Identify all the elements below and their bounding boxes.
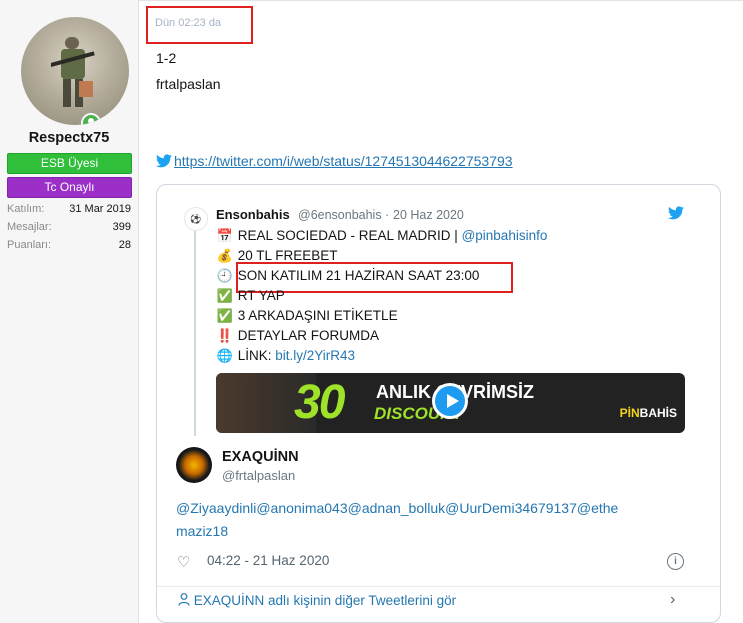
post-text-line2: frtalpaslan [156, 76, 221, 92]
money-bag-icon: 💰 [216, 248, 234, 263]
twitter-bird-icon [156, 154, 172, 168]
quoted-handle[interactable]: @6ensonbahis [298, 208, 382, 222]
quoted-line: 🌐 LİNK: bit.ly/2YirR43 [216, 348, 355, 364]
user-avatar[interactable] [21, 17, 129, 125]
quoted-line: 💰 20 TL FREEBET [216, 248, 338, 264]
checkmark-icon: ✅ [216, 308, 234, 323]
play-video-button[interactable] [432, 383, 468, 419]
quoted-line-text: REAL SOCIEDAD - REAL MADRID | [237, 228, 462, 243]
quoted-line-text: 3 ARKADAŞINI ETİKETLE [237, 308, 398, 323]
quoted-avatar[interactable]: ⚽ [184, 207, 208, 231]
user-sidebar: Respectx75 ESB Üyesi Tc Onaylı Katılım: … [0, 0, 139, 623]
quoted-author-name[interactable]: Ensonbahis [216, 207, 290, 222]
quoted-line-text: DETAYLAR FORUMDA [237, 328, 380, 343]
stat-points: Puanları: 28 [7, 239, 131, 251]
stat-value: 31 Mar 2019 [69, 203, 131, 215]
stat-value: 399 [112, 221, 131, 233]
tweet-author-name[interactable]: EXAQUİNN [222, 449, 299, 465]
quoted-line-text: 20 TL FREEBET [237, 248, 338, 263]
stat-value: 28 [118, 239, 131, 251]
brand-part-a: PİN [619, 406, 640, 420]
quoted-line: 🕘 SON KATILIM 21 HAZİRAN SAAT 23:00 [216, 268, 479, 284]
promo-brand-logo: PİNBAHİS [620, 406, 677, 420]
calendar-icon: 📅 [216, 228, 234, 243]
person-icon [178, 593, 190, 606]
badge-tc-verified: Tc Onaylı [7, 177, 132, 198]
globe-icon: 🌐 [216, 348, 234, 363]
tweet-url: https://twitter.com/i/web/status/1274513… [174, 153, 513, 169]
quoted-line-text: LİNK: [237, 348, 276, 363]
quoted-line: 📅 REAL SOCIEDAD - REAL MADRID | @pinbahi… [216, 228, 547, 244]
badge-esb-member: ESB Üyesi [7, 153, 132, 174]
quoted-line: ✅ RT YAP [216, 288, 285, 304]
quoted-line-text: SON KATILIM 21 HAZİRAN SAAT 23:00 [237, 268, 480, 283]
quoted-short-link[interactable]: bit.ly/2YirR43 [275, 348, 355, 363]
quoted-mention-link[interactable]: @pinbahisinfo [462, 228, 548, 243]
twitter-bird-icon[interactable] [668, 206, 684, 220]
online-status-icon [81, 113, 101, 125]
mentions-line[interactable]: @Ziyaaydinli@anonima043@adnan_bolluk@Uur… [176, 497, 696, 520]
chevron-right-icon[interactable]: › [670, 591, 675, 609]
soldier-figure-icon [51, 37, 95, 107]
tweet-author-avatar[interactable] [176, 447, 212, 483]
quoted-date[interactable]: 20 Haz 2020 [393, 208, 464, 222]
like-heart-icon[interactable]: ♡ [177, 553, 190, 571]
post-time[interactable]: Dün 02:23 da [155, 17, 221, 29]
stat-messages: Mesajlar: 399 [7, 221, 131, 233]
stat-label: Puanları: [7, 239, 52, 251]
quoted-separator: · [385, 208, 390, 222]
username[interactable]: Respectx75 [0, 130, 138, 146]
promo-number: 30 [294, 376, 345, 429]
stat-joined: Katılım: 31 Mar 2019 [7, 203, 131, 215]
tweet-author-handle[interactable]: @frtalpaslan [222, 468, 295, 483]
stat-label: Mesajlar: [7, 221, 52, 233]
clock-icon: 🕘 [216, 268, 234, 283]
brand-part-b: BAHİS [639, 406, 677, 420]
quoted-line: ‼️ DETAYLAR FORUMDA [216, 328, 379, 344]
stat-label: Katılım: [7, 203, 45, 215]
post-text-line1: 1-2 [156, 50, 177, 66]
tweet-link[interactable]: https://twitter.com/i/web/status/1274513… [156, 153, 513, 169]
more-tweets-link[interactable]: EXAQUİNN adlı kişinin diğer Tweetlerini … [178, 593, 456, 608]
mentions-line[interactable]: maziz18 [176, 520, 696, 543]
more-tweets-label: EXAQUİNN adlı kişinin diğer Tweetlerini … [193, 593, 457, 608]
checkmark-icon: ✅ [216, 288, 234, 303]
info-icon[interactable]: i [667, 553, 684, 570]
quoted-line: ✅ 3 ARKADAŞINI ETİKETLE [216, 308, 398, 324]
quoted-line-text: RT YAP [237, 288, 285, 303]
tweet-datetime[interactable]: 04:22 - 21 Haz 2020 [207, 553, 329, 568]
thread-line [194, 231, 196, 436]
double-exclamation-icon: ‼️ [216, 328, 234, 343]
card-divider [157, 586, 720, 587]
tweet-mentions[interactable]: @Ziyaaydinli@anonima043@adnan_bolluk@Uur… [176, 497, 696, 543]
